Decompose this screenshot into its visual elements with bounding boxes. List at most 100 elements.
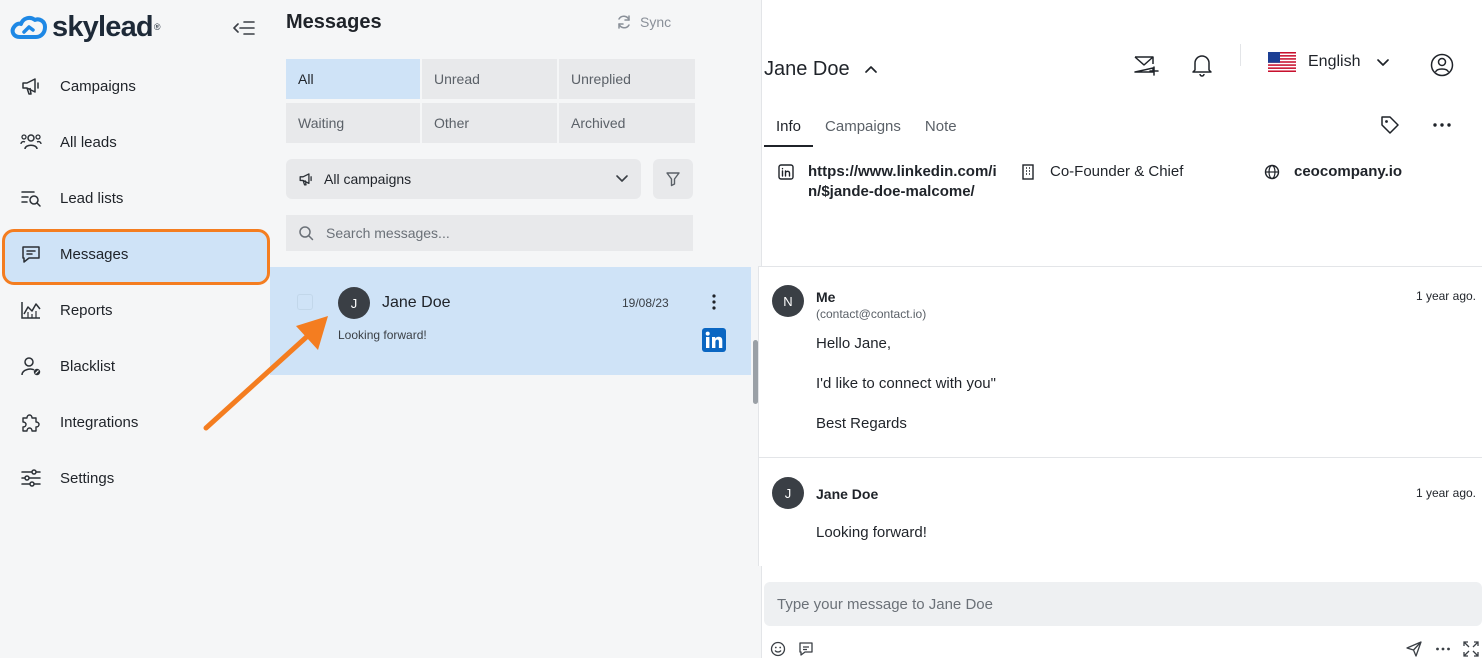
more-actions-button[interactable] xyxy=(1429,112,1455,138)
conversation-checkbox[interactable] xyxy=(297,294,313,310)
website-link[interactable]: ceocompany.io xyxy=(1294,162,1402,182)
message-line: I'd like to connect with you" xyxy=(816,375,996,392)
message-time: 1 year ago. xyxy=(1415,486,1476,500)
sliders-icon xyxy=(20,467,42,489)
expand-composer-button[interactable] xyxy=(1462,640,1480,658)
message-line: Looking forward! xyxy=(816,524,927,541)
linkedin-icon xyxy=(702,328,726,357)
message-sender: Jane Doe xyxy=(816,486,879,502)
message-icon xyxy=(20,243,42,265)
sidebar-item-settings[interactable]: Settings xyxy=(0,450,270,506)
tag-icon xyxy=(1381,116,1399,134)
bell-icon xyxy=(1192,55,1212,77)
sidebar-item-all-leads[interactable]: All leads xyxy=(0,114,270,170)
campaign-select-value: All campaigns xyxy=(324,171,412,187)
composer-more-button[interactable] xyxy=(1434,640,1452,658)
notifications-button[interactable] xyxy=(1189,52,1215,78)
sidebar-item-integrations[interactable]: Integrations xyxy=(0,394,270,450)
smiley-icon xyxy=(770,641,786,657)
tab-info[interactable]: Info xyxy=(764,108,814,147)
message-thread: N Me (contact@contact.io) 1 year ago. He… xyxy=(758,266,1482,566)
detail-tabs: Info Campaigns Note xyxy=(764,108,969,147)
job-title-row: Co-Founder & Chief xyxy=(1020,162,1183,182)
horizontal-dots-icon xyxy=(1436,647,1450,651)
conversation-name: Jane Doe xyxy=(382,294,451,311)
sidebar-item-label: Campaigns xyxy=(60,77,136,95)
vertical-dots-icon xyxy=(712,294,716,310)
linkedin-url-link[interactable]: https://www.linkedin.com/in/$jande-doe-m… xyxy=(808,162,1008,202)
sync-label: Sync xyxy=(640,14,672,30)
skylead-cloud-icon xyxy=(10,15,47,39)
message-line: Best Regards xyxy=(816,415,907,432)
avatar: J xyxy=(772,477,804,509)
messages-list-panel: Messages Sync All Unread Unreplied Waiti… xyxy=(270,0,762,658)
logo[interactable]: skylead ® xyxy=(10,10,160,44)
filter-tab-all[interactable]: All xyxy=(286,59,420,99)
sidebar-item-messages[interactable]: Messages xyxy=(0,226,270,285)
chevron-down-icon xyxy=(1376,55,1390,69)
sidebar-item-label: Settings xyxy=(60,469,115,487)
message-composer xyxy=(764,582,1482,626)
chevron-down-icon xyxy=(615,171,629,185)
collapse-header-button[interactable] xyxy=(864,63,878,77)
collapse-sidebar-button[interactable] xyxy=(232,18,256,38)
conversation-date: 19/08/23 xyxy=(622,296,669,310)
search-input[interactable] xyxy=(326,225,666,241)
send-icon xyxy=(1406,641,1422,657)
filter-tab-archived[interactable]: Archived xyxy=(559,103,695,143)
linkedin-outline-icon xyxy=(778,164,794,180)
user-circle-icon xyxy=(1430,53,1454,77)
tab-campaigns[interactable]: Campaigns xyxy=(813,108,913,147)
divider xyxy=(1240,44,1241,66)
send-button[interactable] xyxy=(1405,640,1423,658)
mail-plus-icon xyxy=(1134,56,1159,76)
sidebar-item-label: Integrations xyxy=(60,413,139,431)
sync-button[interactable]: Sync xyxy=(616,14,671,30)
page-title: Messages xyxy=(286,11,382,33)
avatar: N xyxy=(772,285,804,317)
registered-mark: ® xyxy=(153,22,161,32)
message-filter-tabs: All Unread Unreplied Waiting Other Archi… xyxy=(286,59,695,143)
message-sender-email: (contact@contact.io) xyxy=(816,307,927,321)
refresh-icon xyxy=(618,15,630,29)
sidebar: skylead® Campaigns All leads Lead lists xyxy=(0,0,270,658)
sidebar-item-lead-lists[interactable]: Lead lists xyxy=(0,170,270,226)
account-button[interactable] xyxy=(1429,52,1455,78)
sidebar-item-reports[interactable]: Reports xyxy=(0,282,270,338)
website-row: ceocompany.io xyxy=(1264,162,1402,182)
message-divider xyxy=(759,457,1482,458)
megaphone-icon xyxy=(20,75,42,97)
sidebar-nav: Campaigns All leads Lead lists Messages … xyxy=(0,58,270,506)
filter-tab-unreplied[interactable]: Unreplied xyxy=(559,59,695,99)
compose-mail-button[interactable] xyxy=(1133,52,1159,78)
avatar: J xyxy=(338,287,370,319)
collapse-icon xyxy=(233,21,255,35)
campaign-select[interactable]: All campaigns xyxy=(286,159,641,199)
sidebar-item-blacklist[interactable]: Blacklist xyxy=(0,338,270,394)
sidebar-item-label: All leads xyxy=(60,133,117,151)
emoji-button[interactable] xyxy=(769,640,787,658)
sidebar-item-campaigns[interactable]: Campaigns xyxy=(0,58,270,114)
filter-tab-waiting[interactable]: Waiting xyxy=(286,103,420,143)
tab-note[interactable]: Note xyxy=(913,108,969,147)
sidebar-item-label: Blacklist xyxy=(60,357,116,375)
us-flag-icon xyxy=(1268,52,1296,72)
tag-button[interactable] xyxy=(1377,112,1403,138)
brand-name: skylead xyxy=(52,10,154,43)
language-select[interactable]: English xyxy=(1268,52,1390,72)
templates-button[interactable] xyxy=(797,640,815,658)
list-search-icon xyxy=(20,187,42,209)
chart-icon xyxy=(20,299,42,321)
conversation-preview: Looking forward! xyxy=(338,328,427,342)
search-icon xyxy=(299,226,314,241)
filter-tab-other[interactable]: Other xyxy=(422,103,557,143)
message-input[interactable] xyxy=(777,595,1457,613)
linkedin-url-row: https://www.linkedin.com/in/$jande-doe-m… xyxy=(778,162,1008,202)
more-options-button[interactable] xyxy=(706,293,722,316)
chevron-up-icon xyxy=(864,65,877,73)
filter-button[interactable] xyxy=(653,159,693,199)
filter-tab-unread[interactable]: Unread xyxy=(422,59,557,99)
sidebar-item-label: Reports xyxy=(60,301,113,319)
globe-icon xyxy=(1264,164,1280,180)
conversation-item[interactable]: J Jane Doe 19/08/23 Looking forward! xyxy=(270,267,751,375)
